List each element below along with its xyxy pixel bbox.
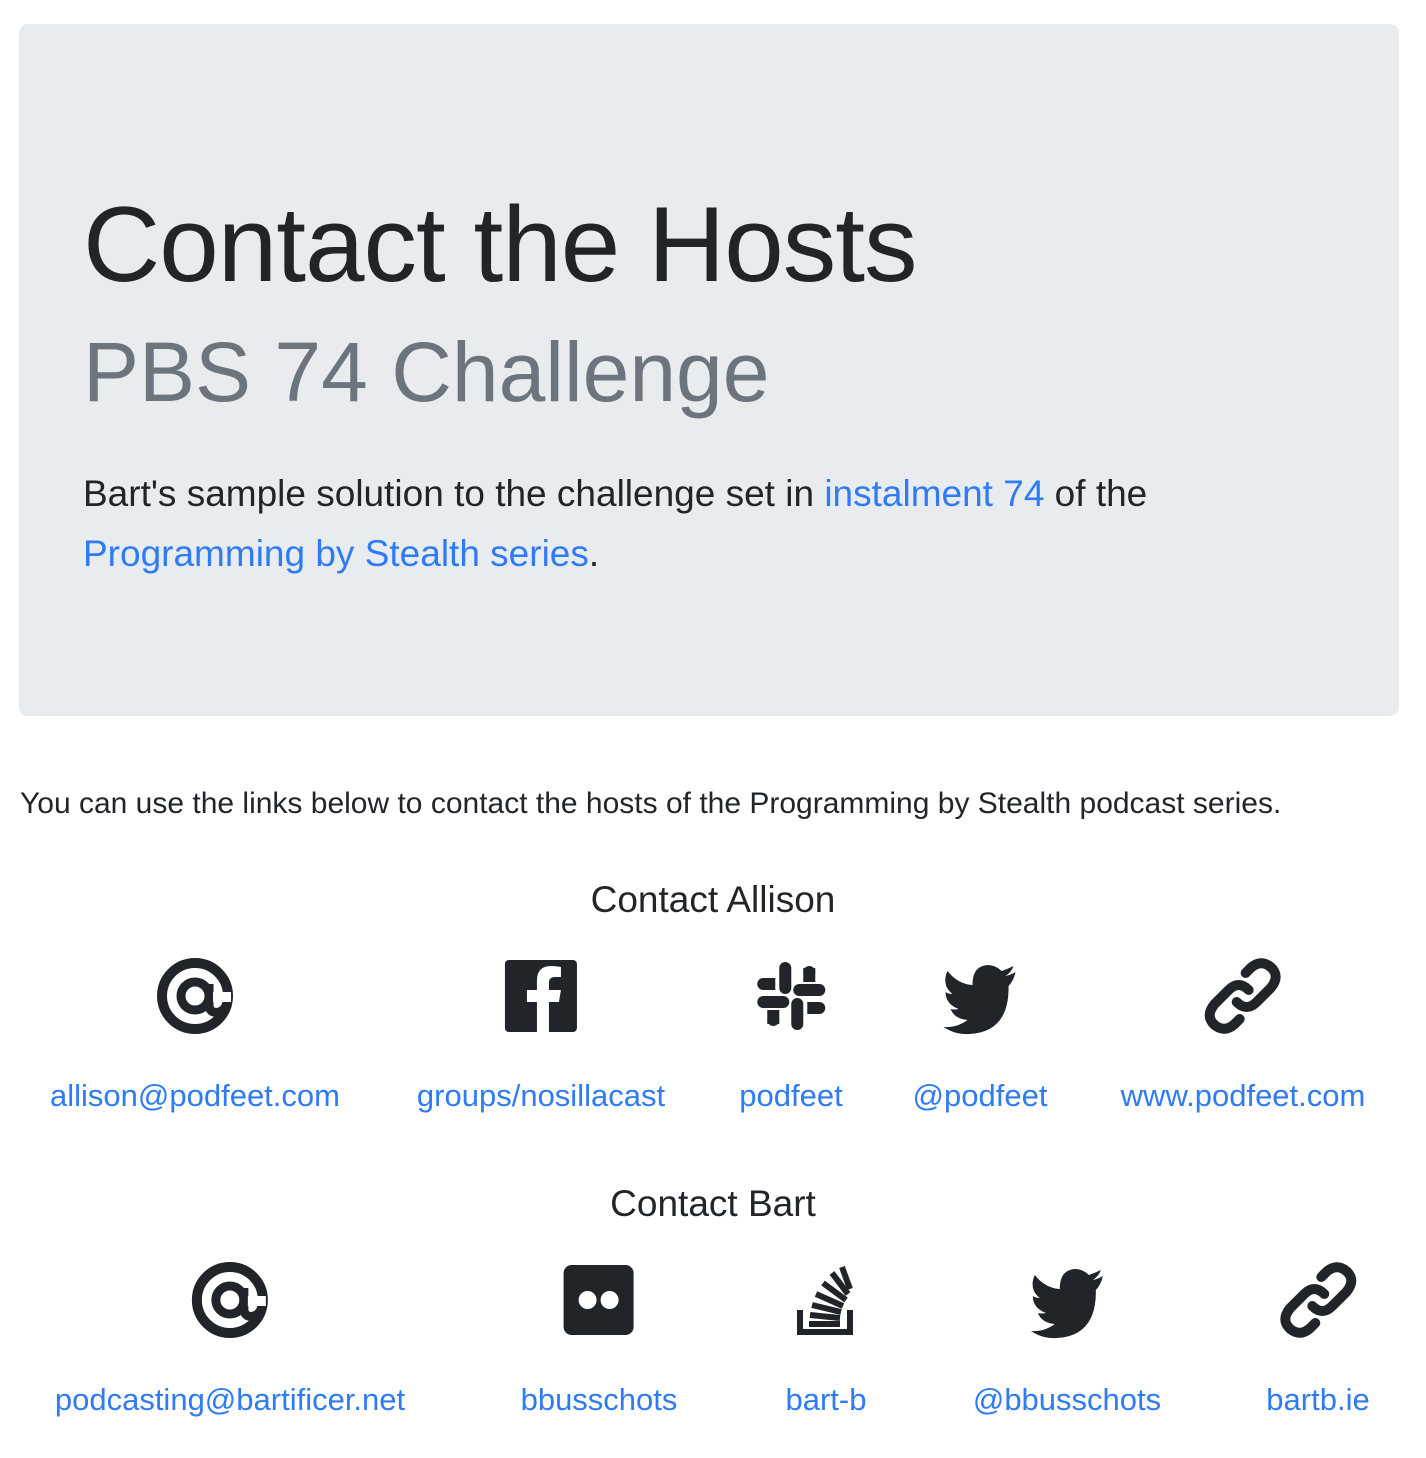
bart-email-item: podcasting@bartificer.net	[55, 1258, 405, 1420]
lead-paragraph: Bart's sample solution to the challenge …	[83, 464, 1283, 584]
allison-facebook-item: groups/nosillacast	[417, 954, 665, 1116]
jumbotron: Contact the Hosts PBS 74 Challenge Bart'…	[19, 24, 1399, 716]
instalment-link[interactable]: instalment 74	[824, 473, 1044, 514]
twitter-icon	[1025, 1258, 1109, 1342]
intro-text: You can use the links below to contact t…	[20, 787, 1282, 820]
at-icon	[153, 954, 237, 1038]
bart-twitter-item: @bbusschots	[973, 1258, 1161, 1420]
link-icon	[1276, 1258, 1360, 1342]
allison-facebook-link[interactable]: groups/nosillacast	[417, 1076, 665, 1116]
allison-twitter-item: @podfeet	[913, 954, 1048, 1116]
allison-twitter-link[interactable]: @podfeet	[913, 1076, 1048, 1116]
lead-text-end: .	[588, 533, 600, 574]
stackoverflow-icon	[784, 1258, 868, 1342]
allison-website-link[interactable]: www.podfeet.com	[1121, 1076, 1366, 1116]
at-icon	[188, 1258, 272, 1342]
bart-flickr-item: bbusschots	[521, 1258, 678, 1420]
series-link[interactable]: Programming by Stealth series	[83, 533, 589, 574]
bart-stackoverflow-link[interactable]: bart-b	[784, 1380, 868, 1420]
bart-contacts: podcasting@bartificer.net bbusschots bar…	[0, 1258, 1426, 1458]
facebook-icon	[499, 954, 583, 1038]
lead-text-middle: of the	[1044, 473, 1148, 514]
allison-slack-link[interactable]: podfeet	[739, 1076, 842, 1116]
bart-email-link[interactable]: podcasting@bartificer.net	[55, 1380, 405, 1420]
bart-flickr-link[interactable]: bbusschots	[521, 1380, 678, 1420]
allison-heading: Contact Allison	[590, 879, 836, 920]
allison-contacts: allison@podfeet.com groups/nosillacast p…	[0, 954, 1426, 1154]
allison-website-item: www.podfeet.com	[1121, 954, 1366, 1116]
flickr-icon	[557, 1258, 641, 1342]
allison-email-item: allison@podfeet.com	[50, 954, 340, 1116]
bart-website-link[interactable]: bartb.ie	[1266, 1380, 1369, 1420]
bart-heading: Contact Bart	[610, 1183, 816, 1224]
allison-email-link[interactable]: allison@podfeet.com	[50, 1076, 340, 1116]
twitter-icon	[938, 954, 1022, 1038]
page-subtitle: PBS 74 Challenge	[83, 325, 770, 419]
allison-slack-item: podfeet	[739, 954, 843, 1116]
bart-website-item: bartb.ie	[1266, 1258, 1370, 1420]
bart-twitter-link[interactable]: @bbusschots	[973, 1380, 1161, 1420]
slack-icon	[749, 954, 833, 1038]
page-title: Contact the Hosts	[83, 184, 917, 304]
lead-text-start: Bart's sample solution to the challenge …	[83, 473, 825, 514]
bart-stackoverflow-item: bart-b	[784, 1258, 868, 1420]
link-icon	[1201, 954, 1285, 1038]
